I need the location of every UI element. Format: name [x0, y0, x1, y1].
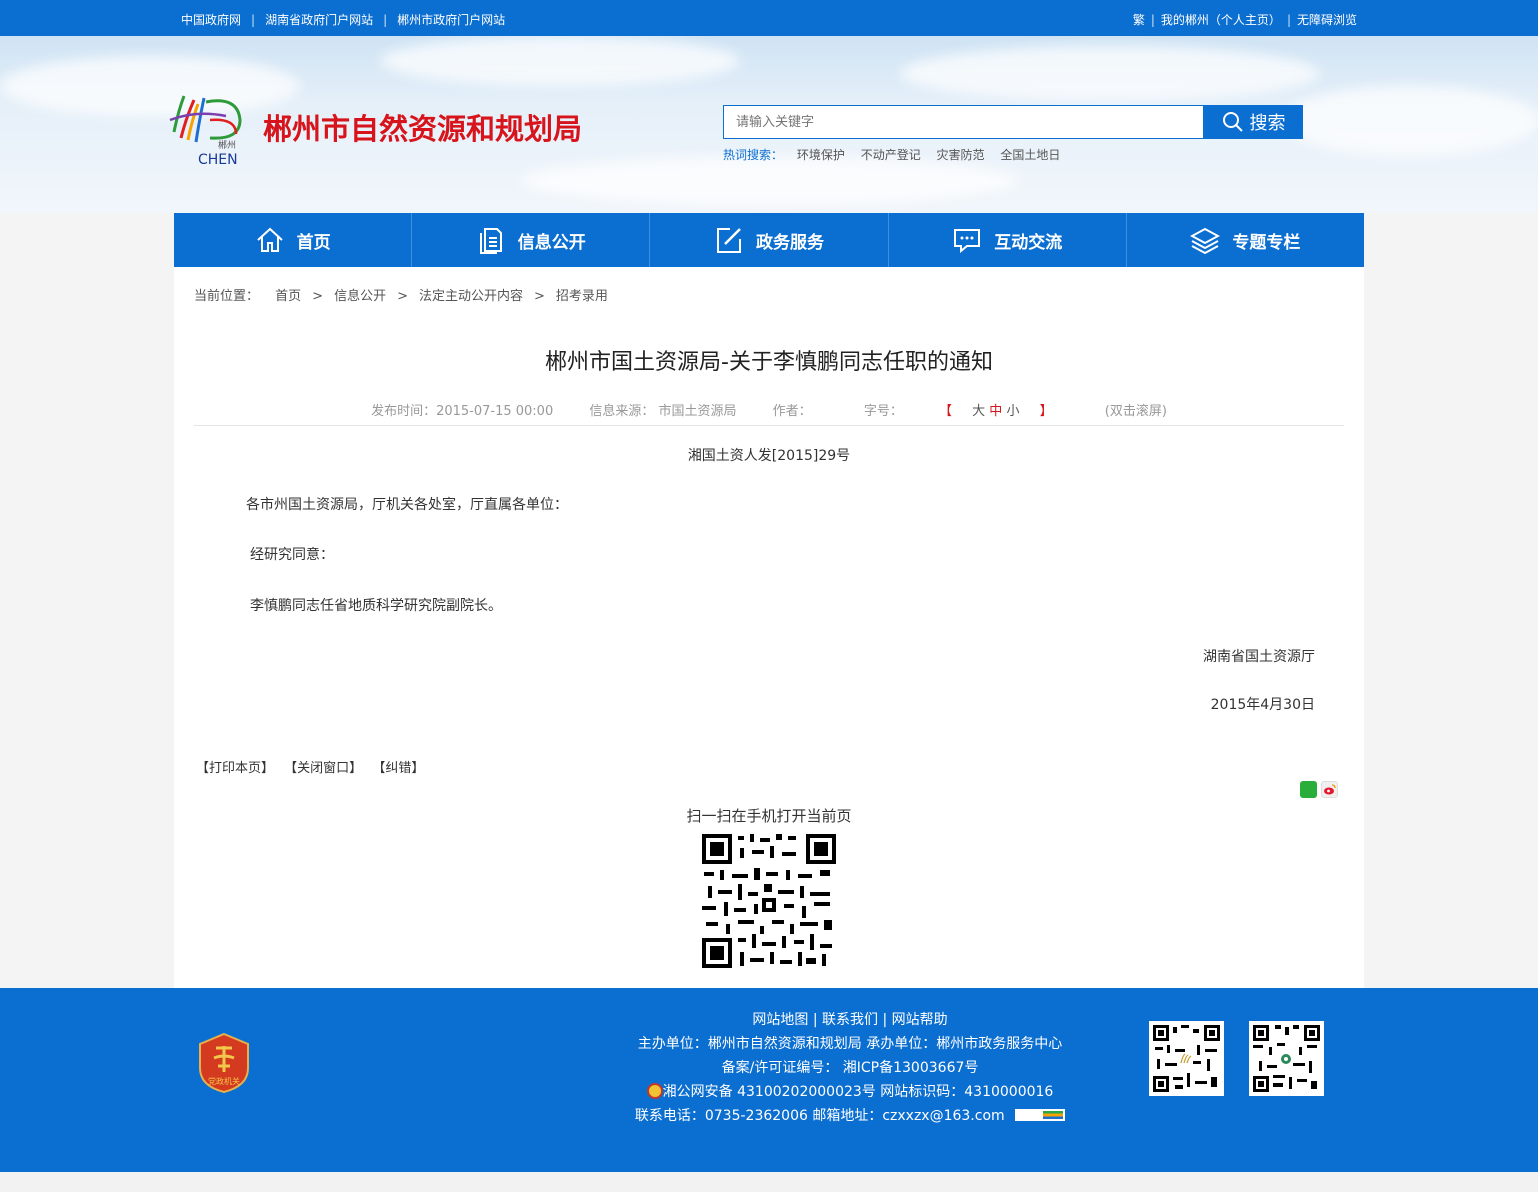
link-traditional[interactable]: 繁: [1133, 13, 1145, 27]
breadcrumb-home[interactable]: 首页: [275, 289, 301, 304]
weibo-icon[interactable]: [1321, 781, 1338, 798]
layers-icon: [1190, 227, 1221, 255]
info-source: 信息来源： 市国土资源局: [589, 404, 737, 419]
publish-time: 发布时间：2015-07-15 00:00: [371, 404, 554, 419]
font-size-big[interactable]: 大: [972, 404, 985, 419]
hot-word-2[interactable]: 不动产登记: [861, 148, 921, 162]
nav-interaction[interactable]: 互动交流: [889, 213, 1127, 267]
paragraph-2: 李慎鹏同志任省地质科学研究院副院长。: [250, 598, 502, 614]
font-size-control: 字号： 【 大 中 小 】: [863, 404, 1053, 419]
cnzz-icon[interactable]: [1015, 1109, 1066, 1121]
hot-word-4[interactable]: 全国土地日: [1000, 148, 1060, 162]
site-footer: 党政机关 网站地图 | 联系我们 | 网站帮助 主办单位：郴州市自然资源和规划局…: [0, 988, 1538, 1172]
link-chenzhou-gov[interactable]: 郴州市政府门户网站: [397, 13, 505, 27]
search-button-label: 搜索: [1249, 113, 1286, 134]
edit-icon: [717, 228, 741, 253]
nav-info-public-label: 信息公开: [517, 232, 586, 253]
nav-info-public[interactable]: 信息公开: [412, 213, 651, 267]
search-icon: [1222, 112, 1243, 132]
document-number: 湘国土资人发[2015]29号: [687, 448, 851, 464]
nav-special[interactable]: 专题专栏: [1127, 213, 1364, 267]
top-links-left: 中国政府网 | 湖南省政府门户网站 | 郴州市政府门户网站: [181, 13, 506, 27]
nav-interaction-label: 互动交流: [994, 232, 1063, 253]
main-nav: 首页 信息公开 政务服务 互动交流 专题专栏: [174, 213, 1364, 267]
svg-text:郴州: 郴州: [218, 139, 236, 151]
article-title: 郴州市国土资源局-关于李慎鹏同志任职的通知: [545, 350, 993, 375]
nav-home[interactable]: 首页: [174, 213, 413, 267]
site-logo-icon[interactable]: 郴州 CHEN: [166, 90, 250, 170]
article-actions: 【打印本页】 【关闭窗口】 【纠错】: [196, 757, 430, 776]
print-button[interactable]: 【打印本页】: [196, 761, 274, 776]
nav-gov-service-label: 政务服务: [756, 232, 824, 253]
breadcrumb-label: 当前位置：: [194, 289, 260, 304]
party-gov-emblem-icon[interactable]: 党政机关: [198, 1032, 250, 1094]
document-icon: [479, 228, 502, 254]
wechat-icon[interactable]: [1300, 781, 1317, 798]
footer-help-link[interactable]: 网站帮助: [892, 1012, 948, 1028]
search-button[interactable]: 搜索: [1204, 105, 1303, 139]
author: 作者：: [772, 404, 812, 419]
svg-text:党政机关: 党政机关: [208, 1076, 240, 1086]
sign-date: 2015年4月30日: [1210, 697, 1315, 713]
hot-words: 热词搜索： 环境保护 不动产登记 灾害防范 全国土地日: [723, 146, 1072, 163]
font-size-mid[interactable]: 中: [989, 404, 1002, 419]
hot-words-label: 热词搜索：: [723, 148, 784, 162]
footer-sitemap-link[interactable]: 网站地图: [752, 1012, 808, 1028]
breadcrumb: 当前位置： 首页 > 信息公开 > 法定主动公开内容 > 招考录用: [194, 289, 608, 304]
top-bar: 中国政府网 | 湖南省政府门户网站 | 郴州市政府门户网站 繁 | 我的郴州（个人主页） | 无…: [0, 0, 1538, 36]
page-qr-code: [702, 834, 836, 968]
home-icon: [256, 227, 283, 252]
correct-button[interactable]: 【纠错】: [372, 761, 424, 776]
footer-qr-code-1: [1149, 1021, 1224, 1096]
nav-special-label: 专题专栏: [1232, 232, 1301, 253]
article-meta: 发布时间：2015-07-15 00:00 信息来源： 市国土资源局 作者： 字…: [174, 400, 1364, 419]
footer-contact: 联系电话：0735-2362006 邮箱地址：czxxzx@163.com: [630, 1104, 1070, 1128]
footer-links: 网站地图 | 联系我们 | 网站帮助: [752, 1012, 948, 1028]
footer-qr-code-2: [1249, 1021, 1324, 1096]
paragraph-1: 经研究同意：: [250, 547, 334, 563]
svg-text:CHEN: CHEN: [198, 152, 238, 168]
link-accessibility[interactable]: 无障碍浏览: [1297, 13, 1357, 27]
breadcrumb-legal-content[interactable]: 法定主动公开内容: [419, 289, 523, 304]
nav-gov-service[interactable]: 政务服务: [650, 213, 889, 267]
nav-home-label: 首页: [296, 232, 331, 253]
footer-info: 网站地图 | 联系我们 | 网站帮助 主办单位：郴州市自然资源和规划局 承办单位…: [630, 1008, 1070, 1128]
breadcrumb-info-public[interactable]: 信息公开: [334, 289, 386, 304]
footer-contact-link[interactable]: 联系我们: [822, 1012, 878, 1028]
footer-police-record[interactable]: 湘公网安备 43100202000023号 网站标识码：4310000016: [630, 1080, 1070, 1104]
signer: 湖南省国土资源厅: [1203, 649, 1315, 665]
meta-divider: [194, 425, 1344, 426]
breadcrumb-recruitment[interactable]: 招考录用: [556, 289, 608, 304]
police-badge-icon: [646, 1083, 663, 1099]
hot-word-1[interactable]: 环境保护: [797, 148, 845, 162]
article-container: 当前位置： 首页 > 信息公开 > 法定主动公开内容 > 招考录用 郴州市国土资源局-关于李…: [174, 267, 1364, 988]
link-my-chenzhou[interactable]: 我的郴州（个人主页）: [1161, 13, 1281, 27]
site-title: 郴州市自然资源和规划局: [263, 112, 583, 146]
hot-word-3[interactable]: 灾害防范: [937, 148, 985, 162]
top-links-right: 繁 | 我的郴州（个人主页） | 无障碍浏览: [1132, 13, 1357, 27]
font-size-small[interactable]: 小: [1006, 404, 1019, 419]
link-hunan-gov[interactable]: 湖南省政府门户网站: [265, 13, 373, 27]
scan-text: 扫一扫在手机打开当前页: [686, 807, 852, 825]
share-buttons: [1300, 781, 1338, 798]
footer-sponsor: 主办单位：郴州市自然资源和规划局 承办单位：郴州市政务服务中心: [637, 1036, 1063, 1052]
bottom-strip: [0, 1172, 1538, 1192]
site-header: 郴州 CHEN 郴州市自然资源和规划局 搜索 热词搜索： 环境保护 不动产登记 …: [0, 36, 1538, 213]
close-window-button[interactable]: 【关闭窗口】: [284, 761, 362, 776]
link-china-gov[interactable]: 中国政府网: [181, 13, 241, 27]
salutation: 各市州国土资源局，厅机关各处室，厅直属各单位：: [246, 497, 568, 513]
dblclick-scroll[interactable]: (双击滚屏): [1105, 404, 1167, 419]
footer-icp[interactable]: 备案/许可证编号： 湘ICP备13003667号: [630, 1056, 1070, 1080]
search-input[interactable]: [723, 105, 1204, 139]
chat-icon: [954, 229, 981, 254]
